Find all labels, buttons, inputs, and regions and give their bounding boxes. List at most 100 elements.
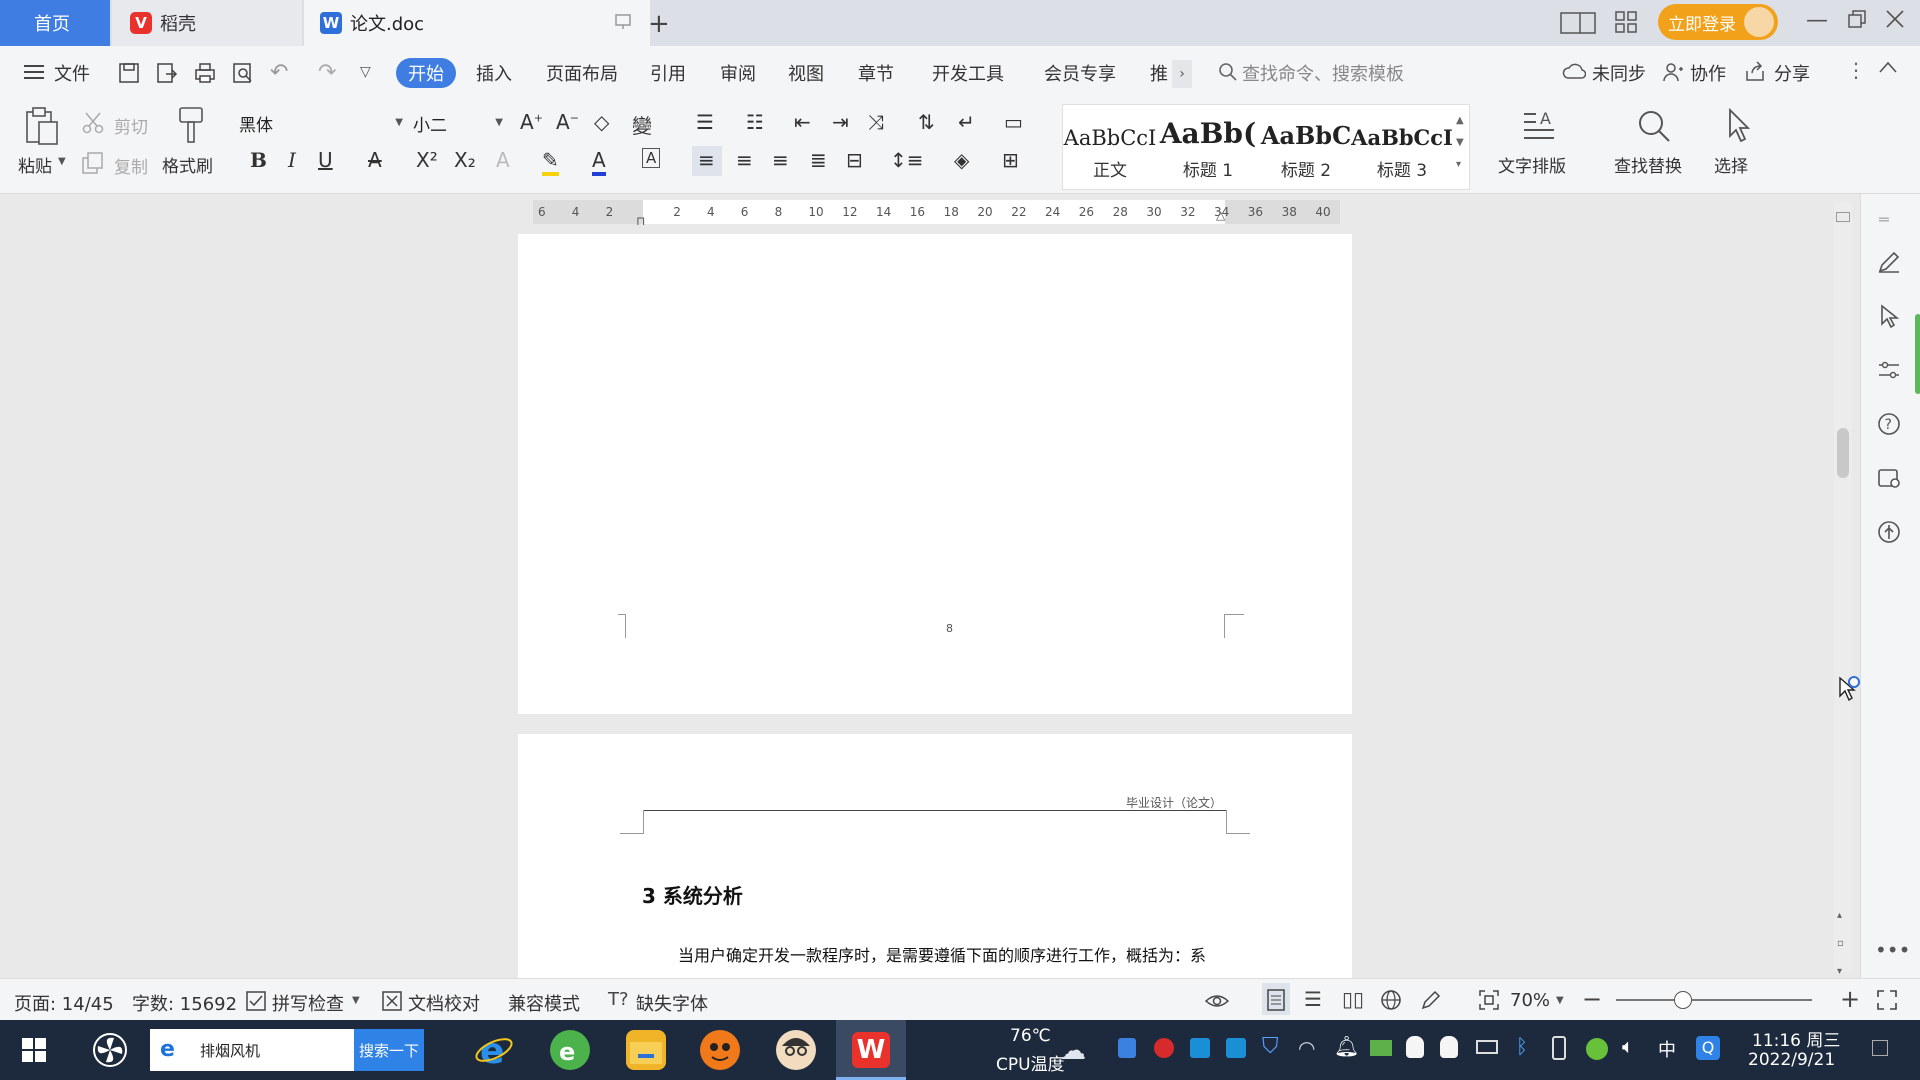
cut-button[interactable]: 剪切 (114, 113, 148, 138)
print-icon[interactable] (194, 62, 216, 84)
distribute-icon[interactable]: ⊟ (846, 148, 863, 172)
close-icon[interactable] (1886, 10, 1904, 28)
menu-chapter[interactable]: 章节 (858, 60, 894, 86)
line-spacing-icon[interactable]: ↕≡ (890, 148, 924, 172)
help-icon[interactable]: ? (1877, 412, 1901, 436)
ime-indicator[interactable]: 中 (1658, 1036, 1676, 1062)
shading-icon[interactable]: ◈ (954, 148, 969, 172)
copy-button[interactable]: 复制 (114, 153, 148, 178)
menu-review[interactable]: 审阅 (720, 60, 756, 86)
ie-browser-icon[interactable]: e (474, 1030, 514, 1070)
windows-start-icon[interactable] (22, 1038, 46, 1062)
tray-app-icon-1[interactable] (1118, 1038, 1136, 1058)
text-layout-button[interactable]: 文字排版 (1498, 152, 1566, 177)
zoom-slider-handle[interactable] (1674, 991, 1692, 1009)
bold-icon[interactable]: B (250, 148, 267, 172)
tray-green-icon[interactable] (1586, 1038, 1608, 1060)
save-icon[interactable] (118, 62, 140, 84)
menu-start[interactable]: 开始 (396, 58, 456, 88)
fullscreen-icon[interactable] (1876, 989, 1898, 1011)
export-icon[interactable] (156, 62, 178, 84)
justify-icon[interactable]: ≣ (810, 148, 827, 172)
underline-icon[interactable]: U (318, 148, 333, 172)
tab-document[interactable]: W 论文.doc (304, 0, 650, 46)
volume-icon[interactable]: 🔈︎ (1622, 1034, 1634, 1058)
tab-daoke[interactable]: V 稻壳 (112, 0, 302, 46)
zoom-level[interactable]: 70% (1510, 990, 1550, 1011)
pointer-icon[interactable] (1877, 304, 1901, 328)
weather-cloud-icon[interactable]: ☁ (1060, 1036, 1086, 1066)
taskbar-search-input[interactable]: 排烟风机 (200, 1040, 260, 1061)
indent-marker-icon[interactable]: ⊓ (636, 214, 645, 228)
paste-icon[interactable] (24, 106, 60, 146)
redo-icon[interactable]: ↷ (318, 60, 336, 85)
align-center-icon[interactable]: ≡ (736, 148, 753, 172)
find-replace-button[interactable]: 查找替换 (1614, 152, 1682, 177)
sort-icon[interactable]: ⇅ (918, 110, 935, 134)
more-tools-icon[interactable]: ••• (1875, 938, 1910, 962)
menu-page-layout[interactable]: 页面布局 (546, 60, 618, 86)
page-nav-icons[interactable]: ▴ ▫ ▾ (1837, 902, 1844, 986)
outline-view-icon[interactable]: ☰ (1304, 987, 1322, 1011)
web-view-icon[interactable] (1380, 989, 1402, 1011)
reading-view-icon[interactable]: ▯▯ (1342, 987, 1364, 1011)
format-painter-button[interactable]: 格式刷 (162, 152, 213, 177)
chevron-down-icon[interactable]: ▼ (1556, 995, 1564, 1006)
grow-font-icon[interactable]: A+ (520, 110, 543, 134)
hamburger-icon[interactable] (24, 64, 44, 80)
clear-format-icon[interactable]: ◇ (594, 110, 609, 134)
print-preview-icon[interactable] (232, 62, 254, 84)
text-effect-icon[interactable]: A (496, 148, 510, 172)
menu-member[interactable]: 会员专享 (1044, 60, 1116, 86)
select-button[interactable]: 选择 (1714, 152, 1748, 177)
command-search-input[interactable]: 查找命令、搜索模板 (1242, 60, 1404, 86)
menu-more[interactable]: 推 (1150, 60, 1168, 86)
write-mode-icon[interactable] (1420, 989, 1442, 1011)
bullet-list-icon[interactable]: ☰ (696, 110, 714, 134)
subscript-icon[interactable]: X₂ (454, 148, 476, 172)
paste-dropdown-icon[interactable]: ▼ (58, 156, 66, 167)
shield-icon[interactable]: ⛉ (1262, 1034, 1279, 1059)
login-button[interactable]: 立即登录 (1658, 4, 1778, 40)
browser-360-icon[interactable]: e (550, 1030, 590, 1070)
fit-page-icon[interactable] (1478, 989, 1500, 1011)
menu-scroll-right-icon[interactable]: › (1172, 60, 1192, 88)
location-icon[interactable] (1877, 520, 1901, 544)
spell-check-button[interactable]: 拼写检查 (272, 990, 344, 1016)
increase-indent-icon[interactable]: ⇥ (832, 110, 849, 134)
battery-icon[interactable] (1476, 1040, 1498, 1054)
scrollbar-thumb[interactable] (1837, 428, 1849, 478)
adjust-sliders-icon[interactable] (1877, 358, 1901, 382)
decrease-indent-icon[interactable]: ⇤ (794, 110, 811, 134)
tray-app-icon-3[interactable] (1190, 1038, 1210, 1058)
tray-q-icon[interactable]: Q (1696, 1036, 1720, 1060)
highlight-icon[interactable]: ✎ (542, 148, 559, 176)
menu-view[interactable]: 视图 (788, 60, 824, 86)
wifi-icon[interactable]: ◠ (1298, 1036, 1315, 1060)
zoom-out-button[interactable]: − (1582, 985, 1602, 1013)
game-app-icon[interactable] (700, 1030, 740, 1070)
style-normal[interactable]: AaBbCcI 正文 (1062, 108, 1158, 186)
align-right-icon[interactable]: ≡ (772, 148, 789, 172)
taskbar-search-box[interactable]: e 排烟风机 (150, 1029, 354, 1071)
eye-protection-icon[interactable] (1204, 989, 1230, 1011)
font-family-select[interactable]: 黑体 ▼ (238, 108, 408, 138)
style-heading-2[interactable]: AaBbC 标题 2 (1258, 108, 1354, 186)
missing-font-button[interactable]: 缺失字体 (636, 990, 708, 1016)
sidebar-collapse-icon[interactable]: ═ (1879, 210, 1889, 229)
qq-icon[interactable] (1406, 1036, 1424, 1058)
ruler-toggle-icon[interactable]: ▭ (1004, 110, 1023, 134)
undo-icon[interactable]: ↶ (270, 60, 288, 85)
monitor-icon[interactable] (614, 13, 632, 31)
avatar-app-icon[interactable] (776, 1030, 816, 1070)
strikethrough-icon[interactable]: A (368, 148, 382, 172)
font-color-icon[interactable]: A (592, 148, 606, 176)
doc-proof-button[interactable]: 文档校对 (408, 990, 480, 1016)
wps-taskbar-button[interactable]: W (836, 1020, 906, 1080)
menu-reference[interactable]: 引用 (650, 60, 686, 86)
pen-edit-icon[interactable] (1877, 250, 1901, 274)
pinyin-icon[interactable]: 變 (632, 110, 652, 139)
chevron-down-icon[interactable]: ▼ (352, 995, 360, 1006)
paste-button[interactable]: 粘贴 (18, 152, 52, 177)
scroll-top-icon[interactable] (1836, 212, 1850, 222)
